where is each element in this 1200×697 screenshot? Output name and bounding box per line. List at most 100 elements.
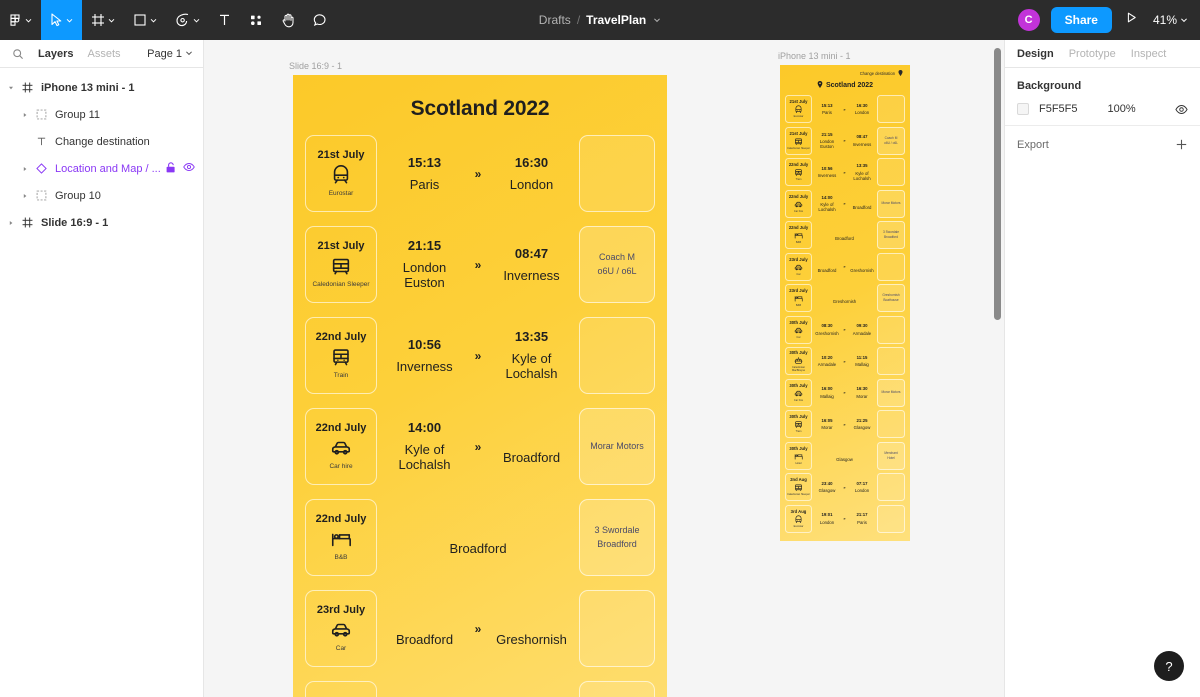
itinerary-date: 22nd July xyxy=(315,330,367,343)
arrival-time: 08:47 xyxy=(514,245,549,261)
disclosure-open-icon[interactable] xyxy=(4,85,18,91)
disclosure-closed-icon[interactable] xyxy=(18,112,32,118)
search-icon[interactable] xyxy=(12,48,24,60)
disclosure-closed-icon[interactable] xyxy=(18,193,32,199)
phone-itinerary-row[interactable]: 22nd July Car hire 14:00 Kyle of Lochalsh » B… xyxy=(785,189,905,218)
phone-itinerary-row[interactable]: 30th July Hotel Glasgow Merchant Hotel xyxy=(785,441,905,470)
frame-tool-button[interactable] xyxy=(82,0,124,40)
phone-frame-label[interactable]: iPhone 13 mini - 1 xyxy=(778,51,851,61)
shape-tool-button[interactable] xyxy=(124,0,166,40)
layer-row-slide-16-9-1[interactable]: Slide 16:9 - 1 xyxy=(0,209,203,236)
tab-prototype[interactable]: Prototype xyxy=(1069,48,1116,60)
disclosure-closed-icon[interactable] xyxy=(18,166,32,172)
itinerary-row[interactable]: 21st July Eurostar 15:13 Paris » 16:30 London xyxy=(305,135,655,212)
phone-itinerary-note-box xyxy=(877,504,905,533)
page-selector[interactable]: Page 1 xyxy=(147,48,193,60)
tab-assets[interactable]: Assets xyxy=(87,48,120,60)
breadcrumb-drafts[interactable]: Drafts xyxy=(539,13,571,27)
zoom-control[interactable]: 41% xyxy=(1151,13,1188,27)
phone-itinerary-row[interactable]: 23rd July Car Broadford » Greshornish xyxy=(785,252,905,281)
disclosure-closed-icon[interactable] xyxy=(4,220,18,226)
pen-tool-button[interactable] xyxy=(166,0,209,40)
background-color-swatch[interactable] xyxy=(1017,103,1029,115)
export-label: Export xyxy=(1017,138,1049,151)
phone-artboard[interactable]: Change destination Scotland 2022 21st Ju… xyxy=(780,65,910,541)
itinerary-note-box: Morar Motors xyxy=(579,408,655,485)
phone-itinerary-date: 23rd July xyxy=(789,288,808,294)
phone-itinerary-row[interactable]: 30th July Car 08:30 Greshornish» 09:30 Armada… xyxy=(785,315,905,344)
layer-row-group-10[interactable]: Group 10 xyxy=(0,182,203,209)
itinerary-note-box xyxy=(579,135,655,212)
phone-itinerary-arrival: Broadford xyxy=(848,197,876,210)
phone-arrival-place: Broadford xyxy=(852,204,872,210)
phone-itinerary-row[interactable]: 23rd July B&B Greshornish Greshornish Boatho… xyxy=(785,284,905,312)
phone-itinerary-date: 30th July xyxy=(789,414,808,420)
itinerary-departure: 15:13 Paris xyxy=(381,155,468,193)
help-button[interactable]: ? xyxy=(1154,651,1184,681)
breadcrumb-filename[interactable]: TravelPlan xyxy=(586,13,646,27)
comment-icon xyxy=(313,13,327,27)
tab-design[interactable]: Design xyxy=(1017,48,1054,60)
file-menu-chevron-down-icon[interactable] xyxy=(653,16,661,24)
phone-itinerary-transport-mode: Train xyxy=(795,178,802,182)
phone-change-destination[interactable]: Change destination xyxy=(780,65,910,77)
phone-itinerary-date: 22nd July xyxy=(788,162,809,168)
phone-itinerary-transport-mode: B&B xyxy=(795,241,802,245)
itinerary-row[interactable]: 23rd July xyxy=(305,681,655,697)
eye-icon[interactable] xyxy=(183,162,195,175)
phone-arrival-place: Paris xyxy=(857,519,867,525)
phone-itinerary-row[interactable]: 21st July Eurostar 15:13 Paris » 16:30 London xyxy=(785,95,905,123)
itinerary-row[interactable]: 22nd July Car hire 14:00 Kyle of Lochalsh » B… xyxy=(305,408,655,485)
layer-row-change-destination[interactable]: Change destination xyxy=(0,128,203,155)
phone-itinerary-row[interactable]: 30th July Car hire 16:00 Mallaig» 16:30 Morar… xyxy=(785,378,905,407)
eye-icon[interactable] xyxy=(1175,104,1188,115)
unlock-icon[interactable] xyxy=(166,161,176,176)
phone-itinerary-date: 30th July xyxy=(789,349,808,355)
layer-row-location-and-map[interactable]: Location and Map / ... xyxy=(0,155,203,182)
present-button[interactable] xyxy=(1122,11,1141,29)
itinerary-row[interactable]: 21st July Caledonian Sleeper 21:15 London E… xyxy=(305,226,655,303)
tab-layers[interactable]: Layers xyxy=(38,48,73,60)
phone-itinerary-note-box xyxy=(877,410,905,438)
phone-itinerary-row[interactable]: 30th July Caledonian MacBrayne 10:20 Armada… xyxy=(785,347,905,375)
share-button[interactable]: Share xyxy=(1050,7,1112,33)
background-opacity-value[interactable]: 100% xyxy=(1078,103,1136,115)
background-hex-value[interactable]: F5F5F5 xyxy=(1029,103,1078,115)
phone-itinerary-transport-mode: Eurostar xyxy=(793,115,804,119)
arrow-icon: » xyxy=(474,166,482,181)
avatar[interactable]: C xyxy=(1016,8,1041,32)
phone-itinerary-arrival: 21:25 Glasgow xyxy=(848,418,876,431)
phone-departure-time xyxy=(833,292,856,297)
hand-tool-button[interactable] xyxy=(272,0,304,40)
figma-menu-button[interactable] xyxy=(0,0,41,40)
comment-tool-button[interactable] xyxy=(304,0,336,40)
slide-frame-label[interactable]: Slide 16:9 - 1 xyxy=(289,61,342,71)
phone-departure-time: 10:56 xyxy=(821,165,833,171)
phone-itinerary-row[interactable]: 2nd Aug Caledonian Sleeper 23:40 Glasgow» 07… xyxy=(785,473,905,501)
move-tool-button[interactable] xyxy=(41,0,82,40)
layer-name: Location and Map / ... xyxy=(55,162,161,175)
canvas-vertical-scrollbar[interactable] xyxy=(994,48,1001,320)
slide-artboard[interactable]: Scotland 2022 21st July Eurostar 15:13 Pari… xyxy=(293,75,667,697)
resources-tool-button[interactable] xyxy=(240,0,272,40)
itinerary-row[interactable]: 22nd July Train 10:56 Inverness » 13:35 Kyle o… xyxy=(305,317,655,394)
phone-itinerary-row[interactable]: 21st July Caledonian Sleeper 21:15 London E… xyxy=(785,126,905,155)
phone-itinerary-row[interactable]: 22nd July Train 10:56 Inverness» 13:35 Kyle o… xyxy=(785,158,905,186)
phone-itinerary-row[interactable]: 30th July Train 16:05 Morar » 21:25 Glasgow xyxy=(785,410,905,438)
plus-icon[interactable] xyxy=(1175,138,1188,151)
itinerary-departure: Broadford xyxy=(449,519,506,557)
layer-row-iphone-13-mini-1[interactable]: iPhone 13 mini - 1 xyxy=(0,74,203,101)
phone-itinerary-departure: 16:05 Morar xyxy=(813,418,841,431)
itinerary-row[interactable]: 22nd July B&B Broadford 3 Swordale Broadford xyxy=(305,499,655,576)
layer-row-group-11[interactable]: Group 11 xyxy=(0,101,203,128)
itinerary-row[interactable]: 23rd July Car Broadford » Greshornish xyxy=(305,590,655,667)
phone-arrow-icon: » xyxy=(843,421,846,427)
tab-inspect[interactable]: Inspect xyxy=(1131,48,1166,60)
phone-itinerary-date-box: 2nd Aug Caledonian Sleeper xyxy=(785,473,812,501)
canvas-viewport[interactable]: Slide 16:9 - 1 Scotland 2022 21st July Eu… xyxy=(204,40,1004,697)
phone-departure-place: Kyle of Lochalsh xyxy=(818,202,836,213)
phone-itinerary-row[interactable]: 22nd July B&B Broadford 3 Swordale Broadford xyxy=(785,221,905,249)
text-tool-button[interactable] xyxy=(209,0,240,40)
square-icon xyxy=(133,13,147,27)
phone-itinerary-row[interactable]: 3rd Aug Eurostar 19:01 London» 21:17 Paris xyxy=(785,504,905,533)
